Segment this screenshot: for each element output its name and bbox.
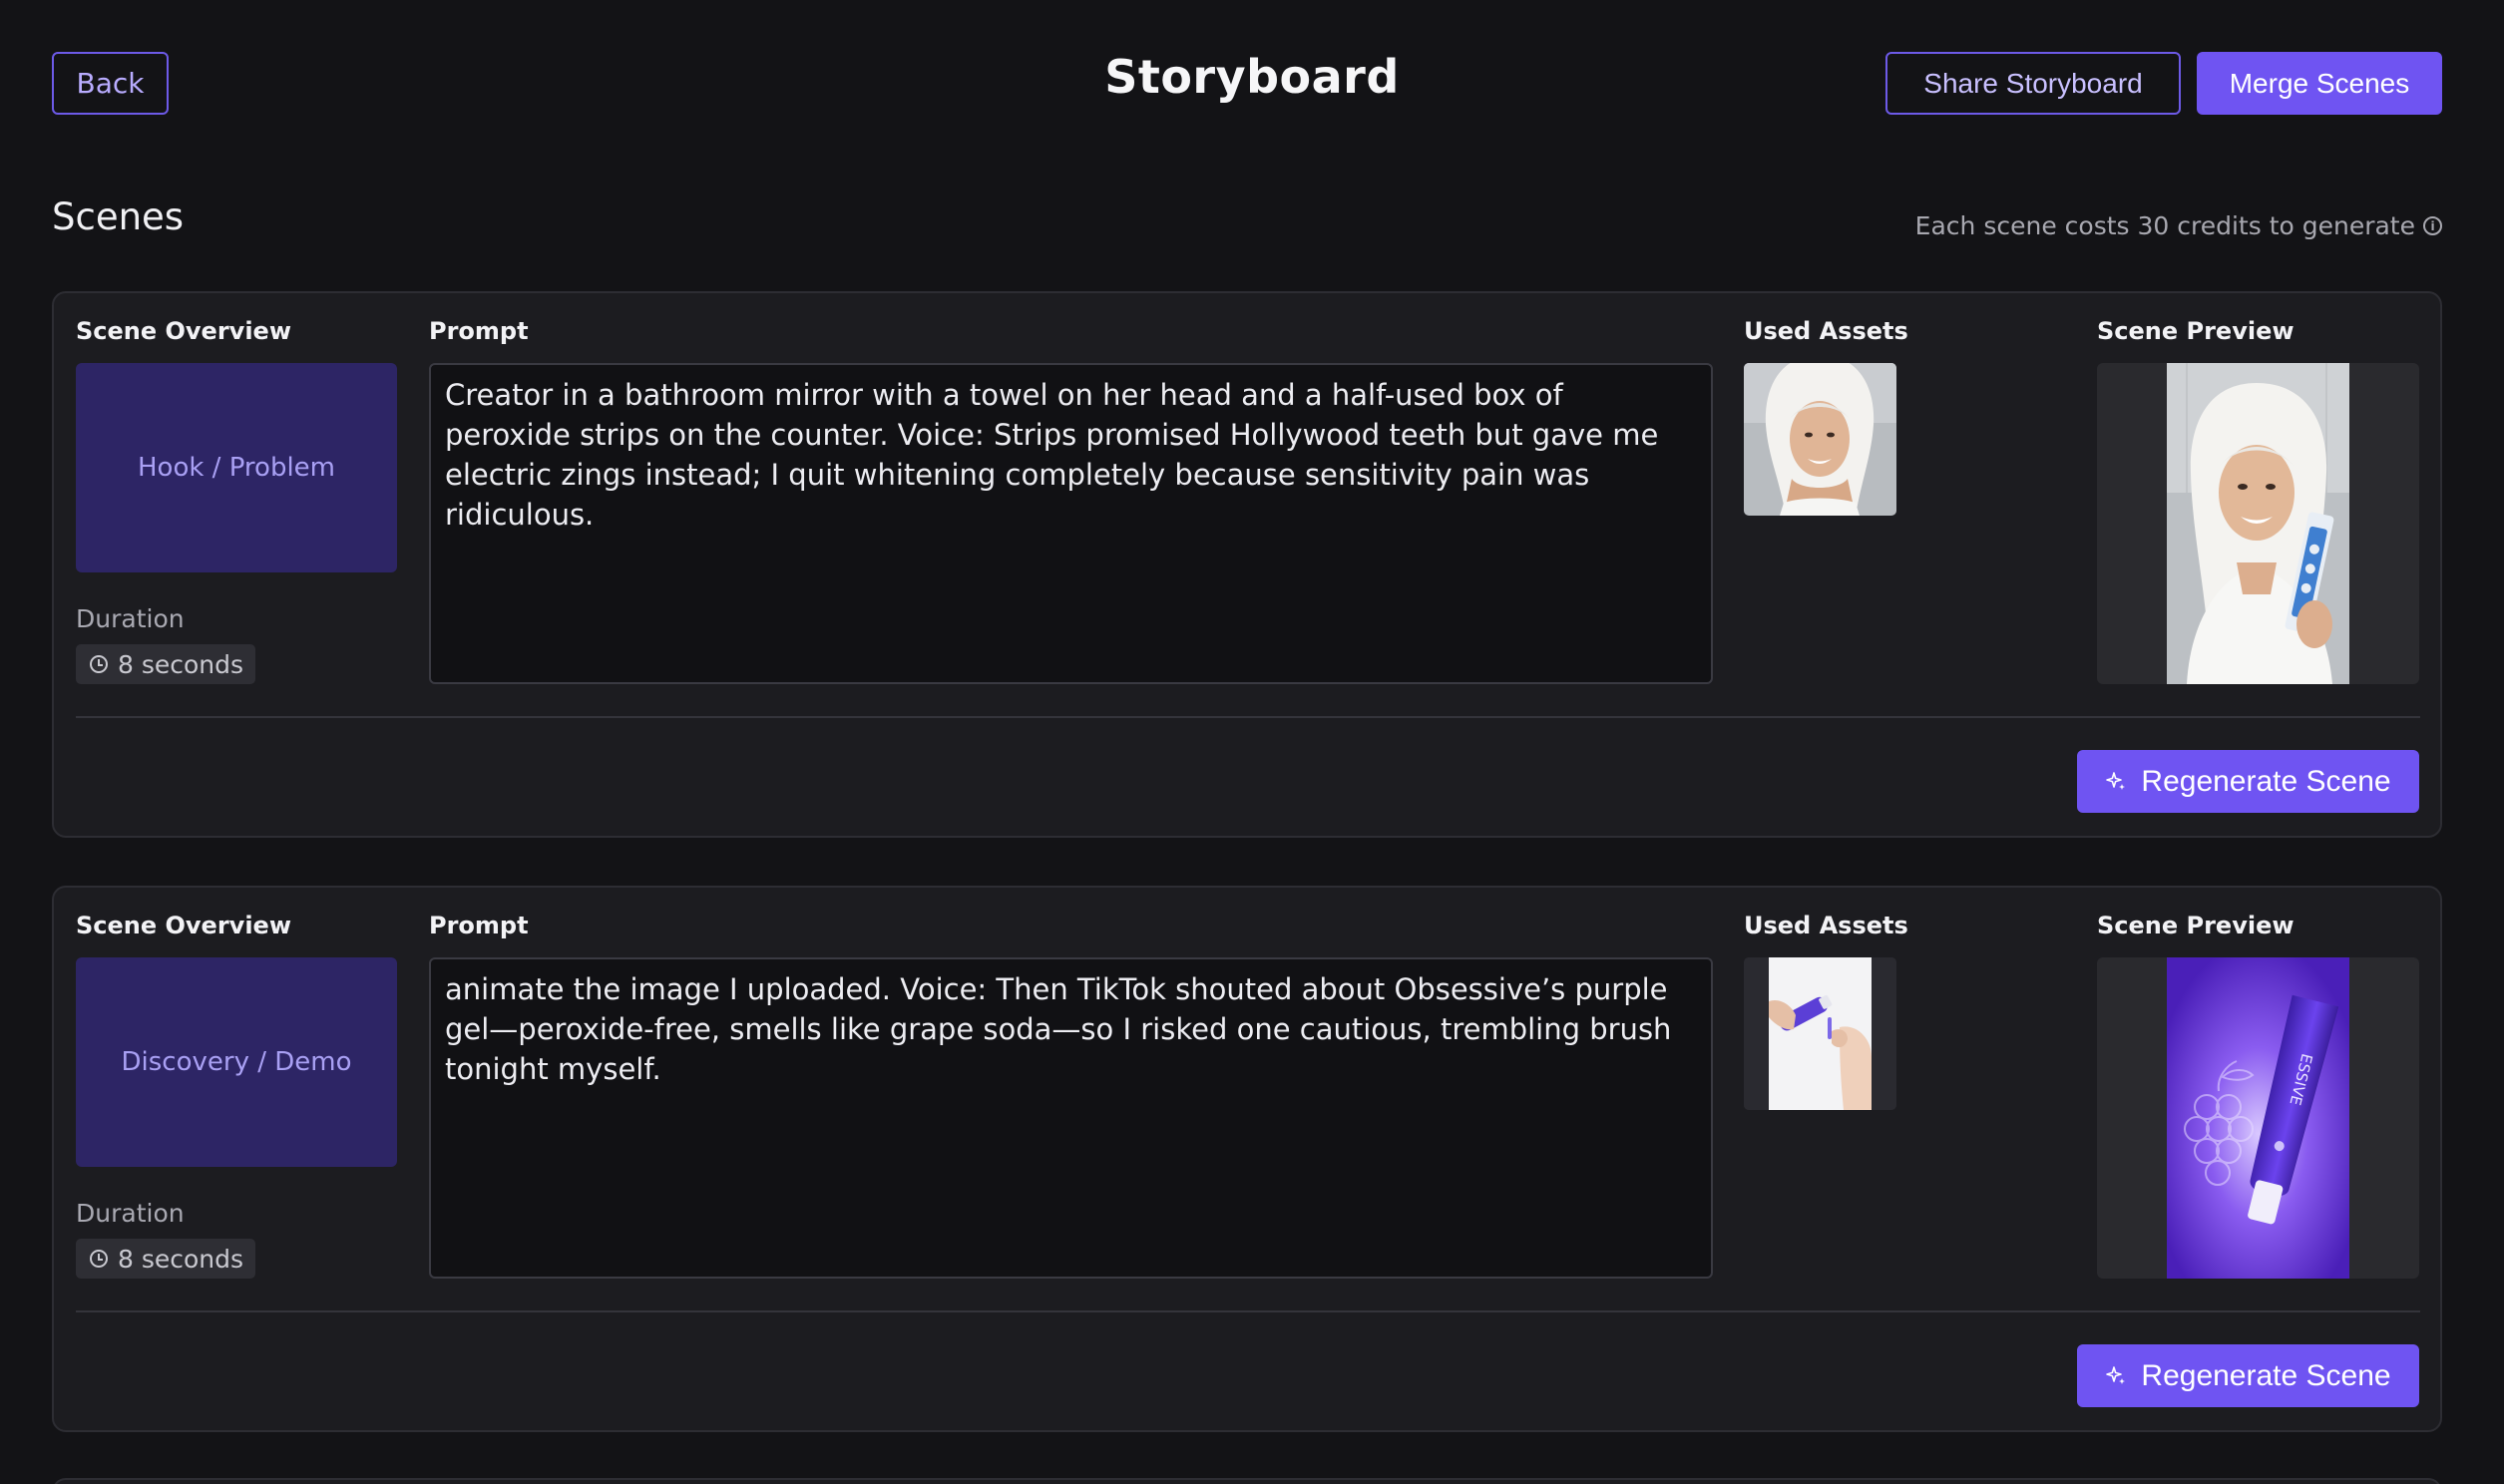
duration-value: 8 seconds [118,649,244,679]
share-storyboard-button[interactable]: Share Storyboard [1885,52,2181,115]
clock-icon [90,655,108,673]
regenerate-scene-button[interactable]: Regenerate Scene [2077,1344,2419,1407]
regenerate-scene-button[interactable]: Regenerate Scene [2077,750,2419,813]
scene-preview-label: Scene Preview [2097,912,2295,939]
regenerate-label: Regenerate Scene [2141,1358,2391,1392]
scene-preview-label: Scene Preview [2097,317,2295,345]
duration-badge: 8 seconds [76,1239,256,1279]
storyboard-page: Back Storyboard Share Storyboard Merge S… [0,0,2504,1484]
duration-label: Duration [76,1199,185,1228]
scene-overview-label: Scene Overview [76,317,291,345]
scene-type-tile: Discovery / Demo [76,957,397,1167]
hand-brushing-image [1744,957,1896,1110]
asset-thumbnail[interactable] [1744,363,1896,516]
woman-towel-image [1744,363,1896,516]
merge-scenes-button[interactable]: Merge Scenes [2197,52,2442,115]
scene-card [52,1478,2442,1484]
prompt-textarea[interactable]: animate the image I uploaded. Voice: The… [429,957,1713,1279]
scene-overview-label: Scene Overview [76,912,291,939]
duration-value: 8 seconds [118,1244,244,1274]
duration-label: Duration [76,604,185,633]
scene-card: Scene Overview Prompt Used Assets Scene … [52,291,2442,838]
preview-image [2167,363,2349,684]
woman-holding-product-image [2167,363,2349,684]
scene-card: Scene Overview Prompt Used Assets Scene … [52,886,2442,1432]
preview-image: ESSIVE [2167,957,2349,1279]
cost-note-text: Each scene costs 30 credits to generate [1914,211,2415,240]
header: Back Storyboard Share Storyboard Merge S… [0,0,2504,170]
scenes-heading: Scenes [52,195,185,238]
prompt-textarea[interactable]: Creator in a bathroom mirror with a towe… [429,363,1713,684]
prompt-label: Prompt [429,317,529,345]
regenerate-label: Regenerate Scene [2141,764,2391,798]
purple-gel-product-image: ESSIVE [2167,957,2349,1279]
clock-icon [90,1250,108,1268]
used-assets-label: Used Assets [1744,912,1908,939]
cost-note: Each scene costs 30 credits to generate … [1915,211,2442,240]
sparkle-icon [2106,1365,2126,1384]
used-assets-label: Used Assets [1744,317,1908,345]
scene-preview[interactable]: ESSIVE [2097,957,2419,1279]
divider [76,716,2420,718]
divider [76,1310,2420,1312]
asset-thumbnail[interactable] [1744,957,1896,1110]
scene-preview[interactable] [2097,363,2419,684]
duration-badge: 8 seconds [76,644,256,684]
prompt-label: Prompt [429,912,529,939]
info-icon[interactable]: i [2423,216,2442,235]
sparkle-icon [2106,771,2126,790]
scene-type-tile: Hook / Problem [76,363,397,572]
